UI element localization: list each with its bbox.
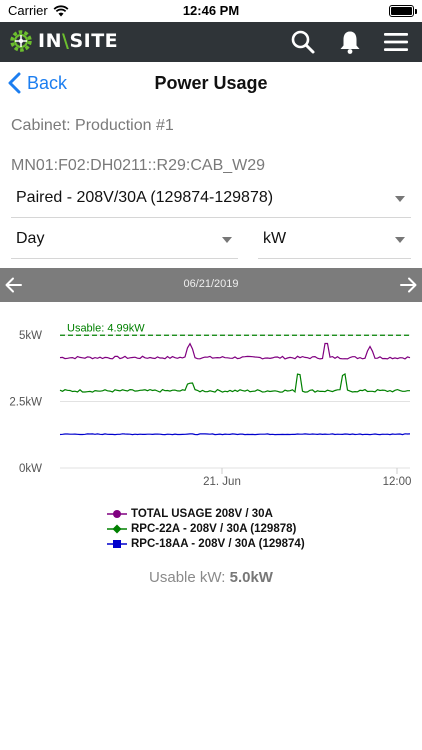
chevron-down-icon [395,237,405,243]
chart-legend: TOTAL USAGE 208V / 30A RPC-22A - 208V / 3… [107,506,407,551]
legend-item: RPC-18AA - 208V / 30A (129874) [107,536,407,551]
arrow-left-icon[interactable] [4,274,24,296]
usable-kw-summary: Usable kW: 5.0kW [0,569,422,586]
legend-label: RPC-18AA - 208V / 30A (129874) [131,537,305,550]
x-tick-label: 21. Jun [203,476,241,488]
menu-icon[interactable] [383,29,409,55]
chevron-down-icon [395,196,405,202]
legend-marker [107,524,127,533]
series-line-2 [59,373,410,394]
app-bar: IN\SITE [0,22,422,62]
y-tick-label: 2.5kW [9,397,42,409]
x-tick-label: 12:00 [383,476,412,488]
power-usage-chart: 0kW 2.5kW 5kW 21. Jun 12:00 Usable: 4.99kW [9,322,412,488]
legend-item: TOTAL USAGE 208V / 30A [107,506,407,521]
legend-label: TOTAL USAGE 208V / 30A [131,507,273,520]
status-bar: Carrier 12:46 PM [0,0,422,22]
status-time: 12:46 PM [182,3,240,18]
series-line-3 [59,433,411,436]
cabinet-label: Cabinet: Production #1 [11,117,174,134]
bell-icon[interactable] [337,29,363,55]
usable-kw-label: Usable kW: [149,569,226,586]
usable-kw-value: 5.0kW [229,569,273,586]
date-label: 06/21/2019 [183,278,239,290]
logo-text: IN\SITE [38,30,119,52]
insite-logo: IN\SITE [8,28,118,54]
logo-gear-icon [10,30,32,52]
nav-bar: Back Power Usage [0,62,422,106]
circuit-select-value: Paired - 208V/30A (129874-129878) [16,189,274,206]
legend-marker [107,509,127,518]
chevron-left-icon [8,72,21,94]
back-button[interactable]: Back [8,72,67,94]
legend-item: RPC-22A - 208V / 30A (129878) [107,521,407,536]
legend-label: RPC-22A - 208V / 30A (129878) [131,522,297,535]
chevron-down-icon [222,237,232,243]
period-select-value: Day [16,230,45,247]
period-select[interactable]: Day [11,221,238,259]
legend-marker [107,539,127,548]
location-code: MN01:F02:DH0211::R29:CAB_W29 [11,157,266,174]
battery-icon [389,5,417,17]
series-line-1 [59,342,411,360]
y-tick-label: 5kW [19,330,42,342]
y-tick-label: 0kW [19,463,42,475]
arrow-right-icon[interactable] [398,274,418,296]
unit-select[interactable]: kW [258,221,411,259]
unit-select-value: kW [263,230,287,247]
search-icon[interactable] [290,29,316,55]
date-nav-bar: 06/21/2019 [0,268,422,302]
threshold-label: Usable: 4.99kW [67,322,145,334]
back-label: Back [27,72,68,93]
circuit-select[interactable]: Paired - 208V/30A (129874-129878) [11,180,411,218]
